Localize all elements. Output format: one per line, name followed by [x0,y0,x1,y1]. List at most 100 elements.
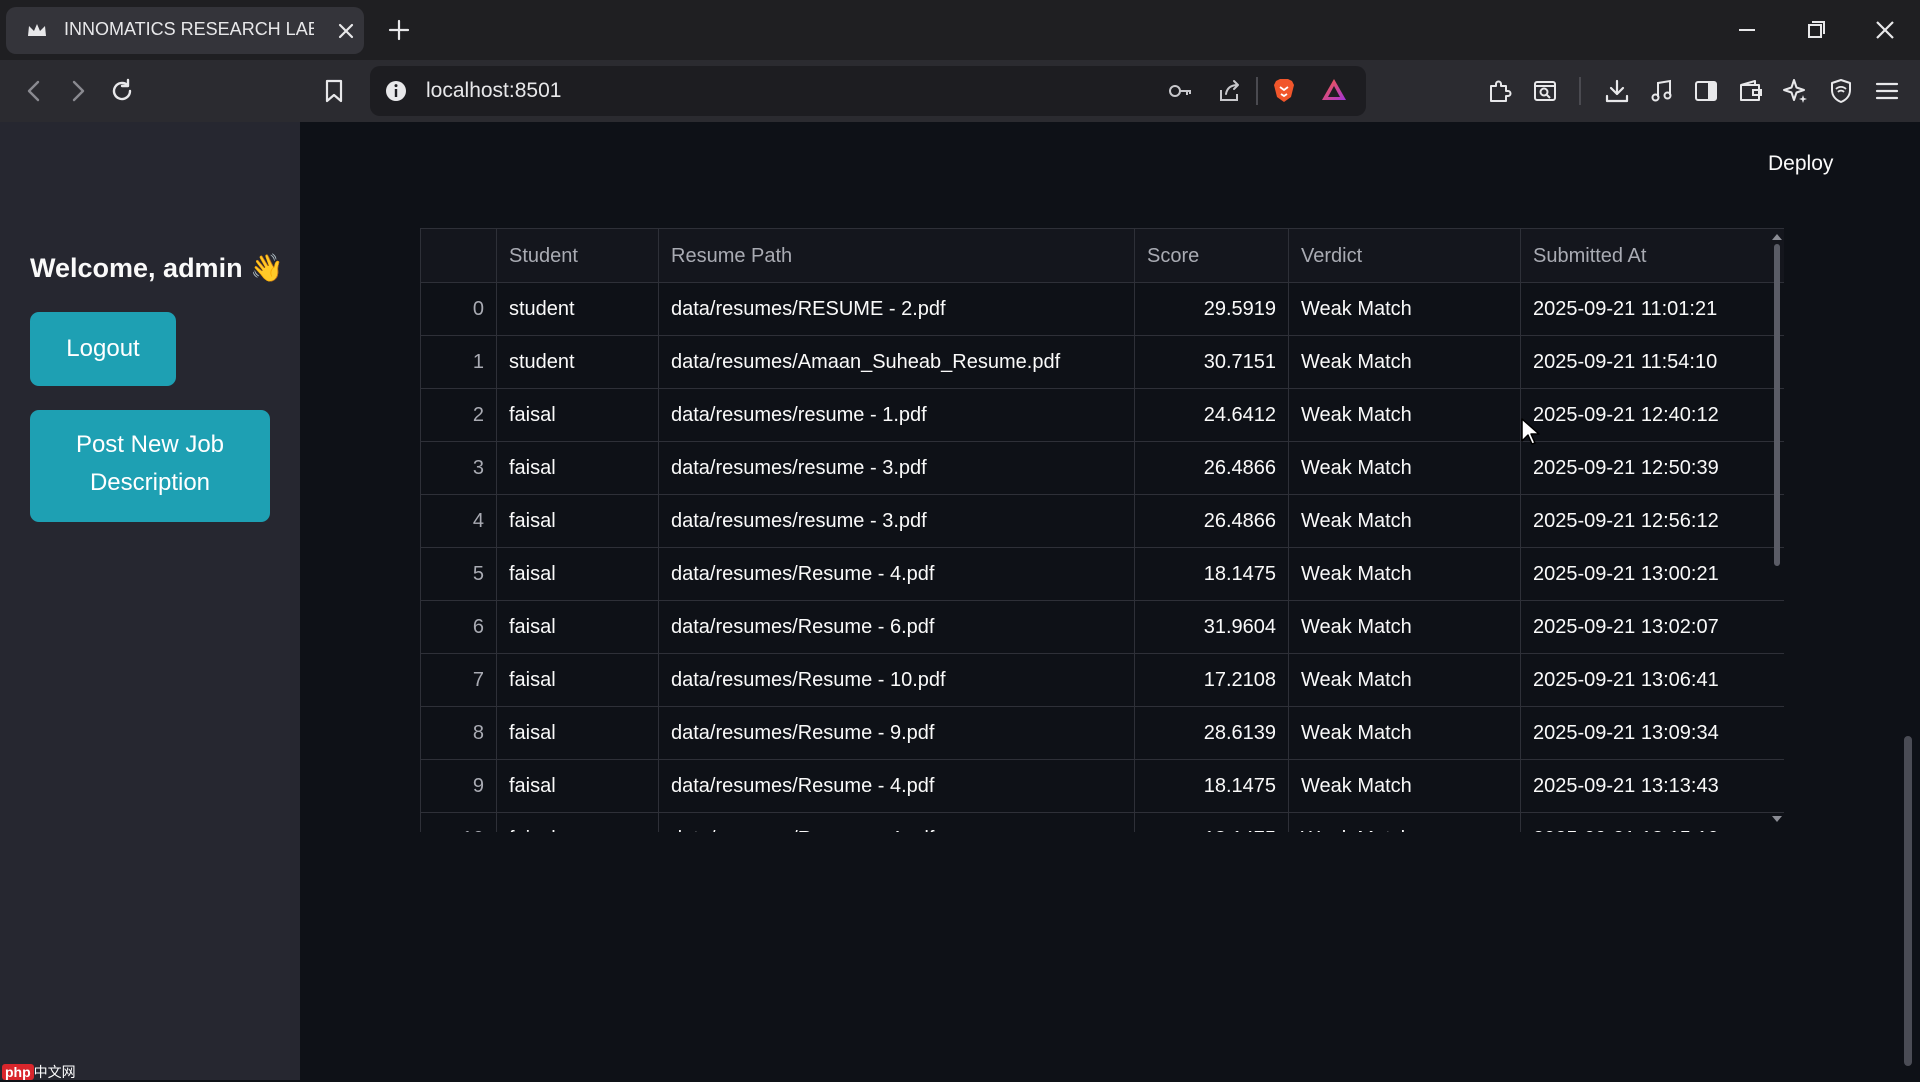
restore-icon[interactable] [1803,17,1829,43]
submitted-at-cell[interactable]: 2025-09-21 13:13:43 [1521,760,1784,813]
submitted-at-cell[interactable]: 2025-09-21 12:40:12 [1521,389,1784,442]
column-header-resume-path[interactable]: Resume Path [659,229,1135,283]
table-row[interactable]: 4 faisal data/resumes/resume - 3.pdf 26.486… [421,495,1784,548]
submitted-at-cell[interactable]: 2025-09-21 13:09:34 [1521,707,1784,760]
row-index[interactable]: 2 [421,389,497,442]
student-cell[interactable]: faisal [497,495,659,548]
wallet-icon[interactable] [1737,77,1765,105]
submissions-table[interactable]: Student Resume Path Score Verdict Submit… [420,228,1784,832]
student-cell[interactable]: faisal [497,601,659,654]
page-scrollbar[interactable] [1904,736,1912,1066]
column-header-index[interactable] [421,229,497,283]
verdict-cell[interactable]: Weak Match [1289,601,1521,654]
verdict-cell[interactable]: Weak Match [1289,654,1521,707]
resume-path-cell[interactable]: data/resumes/resume - 1.pdf [659,389,1135,442]
row-index[interactable]: 5 [421,548,497,601]
sidebar-icon[interactable] [1692,77,1720,105]
row-index[interactable]: 10 [421,813,497,832]
submitted-at-cell[interactable]: 2025-09-21 12:56:12 [1521,495,1784,548]
row-index[interactable]: 8 [421,707,497,760]
student-cell[interactable]: faisal [497,389,659,442]
minimize-icon[interactable] [1734,17,1760,43]
verdict-cell[interactable]: Weak Match [1289,707,1521,760]
logout-button[interactable]: Logout [30,312,176,386]
music-note-icon[interactable] [1648,77,1676,105]
table-row[interactable]: 6 faisal data/resumes/Resume - 6.pdf 31.960… [421,601,1784,654]
row-index[interactable]: 6 [421,601,497,654]
submitted-at-cell[interactable]: 2025-09-21 11:01:21 [1521,283,1784,336]
table-scrollbar[interactable] [1774,244,1780,566]
resume-path-cell[interactable]: data/resumes/resume - 3.pdf [659,442,1135,495]
column-header-score[interactable]: Score [1135,229,1289,283]
score-cell[interactable]: 24.6412 [1135,389,1289,442]
score-cell[interactable]: 18.1475 [1135,548,1289,601]
student-cell[interactable]: faisal [497,760,659,813]
brave-lion-icon[interactable] [1270,76,1298,104]
verdict-cell[interactable]: Weak Match [1289,495,1521,548]
student-cell[interactable]: faisal [497,707,659,760]
table-row[interactable]: 2 faisal data/resumes/resume - 1.pdf 24.641… [421,389,1784,442]
score-cell[interactable]: 26.4866 [1135,495,1289,548]
row-index[interactable]: 4 [421,495,497,548]
student-cell[interactable]: faisal [497,442,659,495]
score-cell[interactable]: 30.7151 [1135,336,1289,389]
student-cell[interactable]: faisal [497,654,659,707]
submitted-at-cell[interactable]: 2025-09-21 13:00:21 [1521,548,1784,601]
table-row[interactable]: 9 faisal data/resumes/Resume - 4.pdf 18.147… [421,760,1784,813]
verdict-cell[interactable]: Weak Match [1289,548,1521,601]
resume-path-cell[interactable]: data/resumes/Amaan_Suheab_Resume.pdf [659,336,1135,389]
table-row[interactable]: 0 student data/resumes/RESUME - 2.pdf 29.59… [421,283,1784,336]
submitted-at-cell[interactable]: 2025-09-21 13:15:10 [1521,813,1784,832]
verdict-cell[interactable]: Weak Match [1289,336,1521,389]
score-cell[interactable]: 18.1475 [1135,813,1289,832]
triangle-rewards-icon[interactable] [1320,76,1348,104]
tab-close-icon[interactable] [336,21,356,41]
row-index[interactable]: 1 [421,336,497,389]
table-scroll-up-icon[interactable] [1770,232,1784,242]
table-row[interactable]: 10faisaldata/resumes/Resume - 4.pdf18.14… [421,813,1784,832]
resume-path-cell[interactable]: data/resumes/Resume - 4.pdf [659,813,1135,832]
table-row[interactable]: 3 faisal data/resumes/resume - 3.pdf 26.486… [421,442,1784,495]
score-cell[interactable]: 31.9604 [1135,601,1289,654]
window-close-icon[interactable] [1872,17,1898,43]
verdict-cell[interactable]: Weak Match [1289,442,1521,495]
bookmark-icon[interactable] [320,77,348,105]
info-icon[interactable] [382,77,410,105]
resume-path-cell[interactable]: data/resumes/Resume - 4.pdf [659,548,1135,601]
screenshot-search-icon[interactable] [1531,77,1559,105]
student-cell[interactable]: student [497,336,659,389]
score-cell[interactable]: 29.5919 [1135,283,1289,336]
plus-icon[interactable] [386,17,412,43]
resume-path-cell[interactable]: data/resumes/Resume - 9.pdf [659,707,1135,760]
resume-path-cell[interactable]: data/resumes/Resume - 6.pdf [659,601,1135,654]
score-cell[interactable]: 28.6139 [1135,707,1289,760]
sparkle-icon[interactable] [1782,77,1810,105]
download-icon[interactable] [1603,77,1631,105]
share-icon[interactable] [1216,77,1244,105]
row-index[interactable]: 7 [421,654,497,707]
deploy-button[interactable]: Deploy [1768,152,1833,176]
submitted-at-cell[interactable]: 2025-09-21 13:02:07 [1521,601,1784,654]
verdict-cell[interactable]: Weak Match [1289,760,1521,813]
table-row[interactable]: 5 faisal data/resumes/Resume - 4.pdf 18.147… [421,548,1784,601]
resume-path-cell[interactable]: data/resumes/resume - 3.pdf [659,495,1135,548]
table-row[interactable]: 8 faisal data/resumes/Resume - 9.pdf 28.613… [421,707,1784,760]
score-cell[interactable]: 26.4866 [1135,442,1289,495]
row-index[interactable]: 3 [421,442,497,495]
key-icon[interactable] [1166,77,1194,105]
table-scroll-down-icon[interactable] [1770,814,1784,824]
hamburger-menu-icon[interactable] [1873,77,1901,105]
url-text[interactable]: localhost:8501 [426,79,561,103]
submitted-at-cell[interactable]: 2025-09-21 12:50:39 [1521,442,1784,495]
verdict-cell[interactable]: Weak Match [1289,283,1521,336]
post-new-job-button[interactable]: Post New Job Description [30,410,270,522]
table-row[interactable]: 1 student data/resumes/Amaan_Suheab_Resume… [421,336,1784,389]
score-cell[interactable]: 18.1475 [1135,760,1289,813]
address-bar[interactable]: localhost:8501 [370,66,1366,116]
table-row[interactable]: 7 faisal data/resumes/Resume - 10.pdf 17.21… [421,654,1784,707]
verdict-cell[interactable]: Weak Match [1289,813,1521,832]
row-index[interactable]: 0 [421,283,497,336]
row-index[interactable]: 9 [421,760,497,813]
submitted-at-cell[interactable]: 2025-09-21 13:06:41 [1521,654,1784,707]
resume-path-cell[interactable]: data/resumes/RESUME - 2.pdf [659,283,1135,336]
